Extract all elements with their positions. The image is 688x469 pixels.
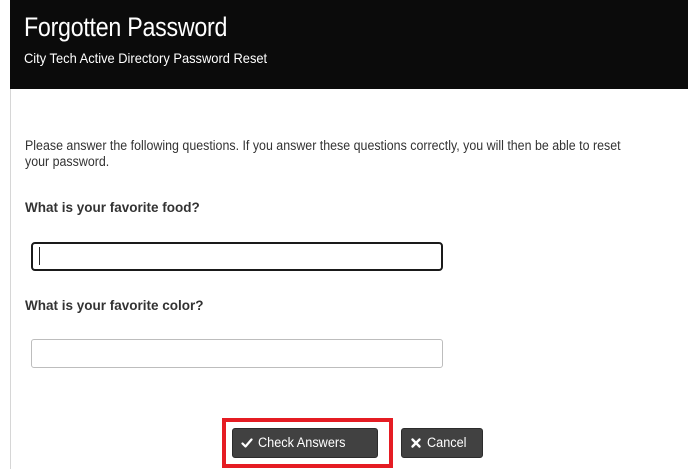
check-answers-label: Check Answers [258,435,346,450]
favorite-color-input[interactable] [31,339,443,368]
check-answers-button[interactable]: Check Answers [232,428,378,458]
question-food-label: What is your favorite food? [25,200,200,215]
x-icon [410,437,422,449]
intro-text: Please answer the following questions. I… [25,138,621,169]
page-subtitle: City Tech Active Directory Password Rese… [24,50,268,66]
page: Forgotten Password City Tech Active Dire… [0,0,688,469]
cancel-button[interactable]: Cancel [401,428,483,458]
page-title: Forgotten Password [24,12,228,42]
question-color-label: What is your favorite color? [25,298,204,313]
reset-form: Please answer the following questions. I… [10,89,688,469]
text-caret [39,247,40,265]
checkmark-icon [241,437,253,449]
cancel-label: Cancel [427,435,467,450]
favorite-food-input[interactable] [31,242,443,271]
page-header: Forgotten Password City Tech Active Dire… [10,0,688,89]
